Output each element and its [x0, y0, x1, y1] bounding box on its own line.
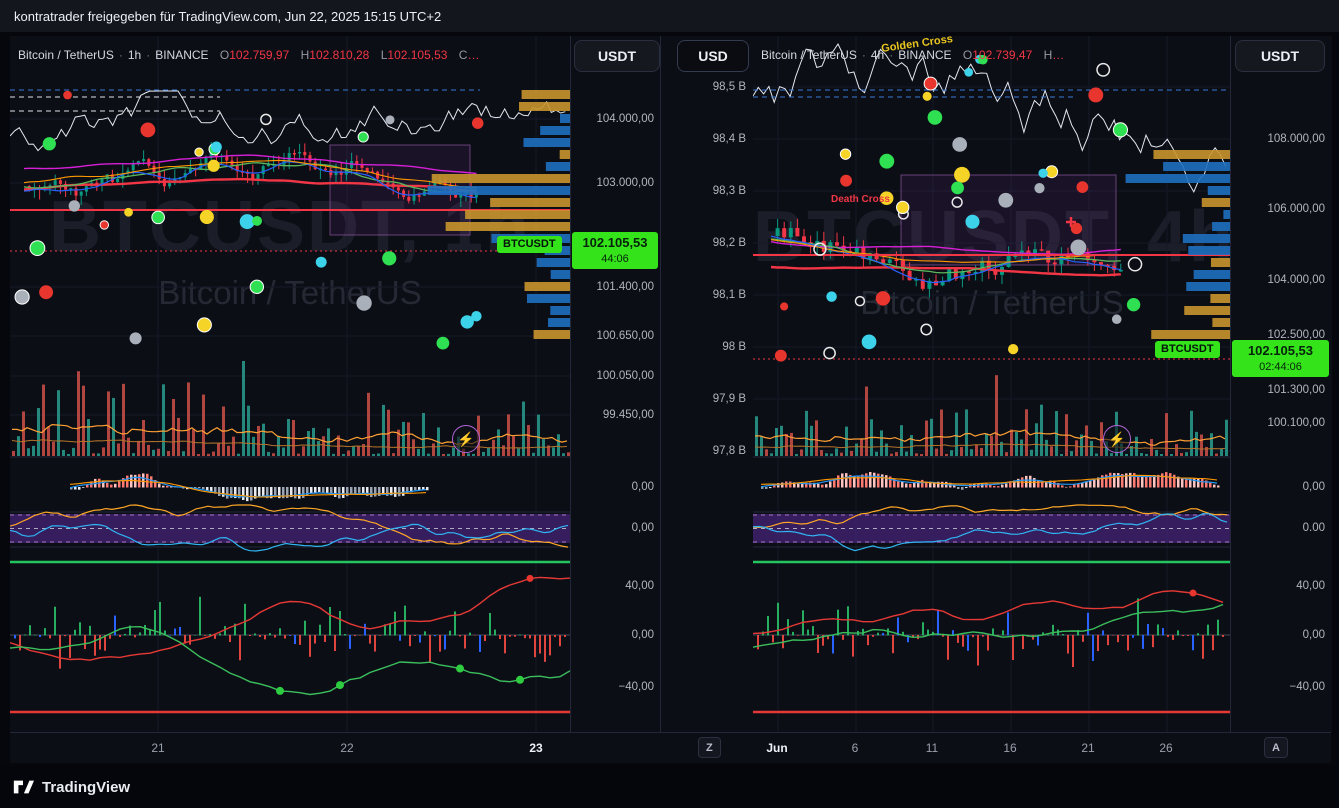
last-price: 102.105,53: [1232, 343, 1329, 360]
bar-countdown: 02:44:06: [1232, 360, 1329, 374]
indicator-label: 0,00: [1303, 629, 1325, 641]
indicator-label: 0,00: [632, 629, 654, 641]
ohlc-label: O: [955, 48, 972, 62]
legend-interval: 1h: [128, 48, 141, 62]
lightning-icon[interactable]: ⚡: [1103, 425, 1131, 453]
footer-bar: TradingView: [0, 766, 1339, 808]
legend-symbol: Bitcoin / TetherUS: [761, 48, 857, 62]
bar-countdown: 44:06: [572, 252, 658, 266]
price-label: 104.000,00: [1267, 274, 1325, 286]
ohlc-label: H: [293, 48, 310, 62]
left-price-axis[interactable]: USDT 104.000,00 103.000,00 101.400,00 10…: [570, 36, 661, 732]
ohlc-value: …: [467, 48, 479, 62]
indicator-label: 0.00: [1303, 522, 1325, 534]
price-label: 101.400,00: [596, 281, 654, 293]
usd-axis-label: 98 B: [722, 341, 746, 353]
usd-axis-label: 98,3 B: [713, 185, 746, 197]
time-label: 6: [852, 741, 859, 755]
tradingview-logo-icon[interactable]: [12, 776, 34, 798]
price-label: 106.000,00: [1267, 203, 1325, 215]
left-chart-canvas: [10, 36, 570, 732]
ohlc-label: H: [1036, 48, 1053, 62]
header-bar: kontratrader freigegeben für TradingView…: [0, 0, 1339, 32]
indicator-label: 0,00: [632, 481, 654, 493]
time-label: 22: [340, 741, 353, 755]
share-title: kontratrader freigegeben für TradingView…: [14, 9, 441, 24]
left-symbol-price-flag: BTCUSDT: [497, 236, 562, 253]
right-symbol-price-flag: BTCUSDT: [1155, 341, 1220, 358]
usd-axis-label: 97,9 B: [713, 393, 746, 405]
mid-currency-button[interactable]: USD: [677, 40, 749, 72]
price-label: 100.100,00: [1267, 417, 1325, 429]
time-label: 11: [926, 741, 938, 755]
time-label: 26: [1159, 741, 1172, 755]
right-chart-canvas: [753, 36, 1231, 732]
price-label: 100.050,00: [596, 370, 654, 382]
ohlc-value: 102.759,97: [229, 48, 289, 62]
indicator-label: −40,00: [619, 681, 655, 693]
price-label: 103.000,00: [596, 177, 654, 189]
left-chart-pane[interactable]: BTCUSDT, 1h Bitcoin / TetherUS Bitcoin /…: [10, 36, 570, 732]
time-label: Jun: [766, 741, 787, 755]
ohlc-label: C: [451, 48, 468, 62]
price-label: 108.000,00: [1267, 133, 1325, 145]
legend-exchange: BINANCE: [155, 48, 208, 62]
left-price-tag: 102.105,53 44:06: [572, 232, 658, 269]
legend-separator: ·: [857, 48, 871, 62]
legend-symbol: Bitcoin / TetherUS: [18, 48, 114, 62]
usd-axis-label: 98,2 B: [713, 237, 746, 249]
time-label: 21: [1081, 741, 1094, 755]
indicator-label: 40,00: [1296, 580, 1325, 592]
time-axis[interactable]: 21 22 23 Jun 6 11 16 21 26 Z A: [10, 732, 1331, 763]
ohlc-value: 102.810,28: [309, 48, 369, 62]
usd-axis-label: 97,8 B: [713, 445, 746, 457]
right-currency-button[interactable]: USDT: [1235, 40, 1325, 72]
usd-axis-label: 98,5 B: [713, 81, 746, 93]
right-chart-usd-axis[interactable]: USD 98,5 B 98,4 B 98,3 B 98,2 B 98,1 B 9…: [660, 36, 753, 732]
autoscale-button[interactable]: A: [1264, 737, 1288, 758]
right-price-axis[interactable]: USDT 108.000,00 106.000,00 104.000,00 10…: [1230, 36, 1332, 732]
time-label: 23: [529, 741, 542, 755]
time-label: 16: [1003, 741, 1016, 755]
ohlc-label: O: [212, 48, 229, 62]
indicator-label: 0,00: [632, 522, 654, 534]
legend-separator: ·: [114, 48, 128, 62]
ohlc-value: 102.105,53: [387, 48, 447, 62]
left-currency-button[interactable]: USDT: [574, 40, 660, 72]
usd-axis-label: 98,4 B: [713, 133, 746, 145]
price-label: 100.650,00: [596, 330, 654, 342]
right-price-tag: 102.105,53 02:44:06: [1232, 340, 1329, 377]
price-label: 104.000,00: [596, 113, 654, 125]
usd-axis-label: 98,1 B: [713, 289, 746, 301]
brand-name[interactable]: TradingView: [42, 779, 130, 796]
legend-separator: ·: [141, 48, 155, 62]
indicator-label: 0,00: [1303, 481, 1325, 493]
tradingview-screen: kontratrader freigegeben für TradingView…: [0, 0, 1339, 808]
timezone-button[interactable]: Z: [698, 737, 721, 758]
ohlc-label: L: [373, 48, 388, 62]
lightning-icon[interactable]: ⚡: [452, 425, 480, 453]
ohlc-value: 102.739,47: [972, 48, 1032, 62]
indicator-label: −40,00: [1290, 681, 1326, 693]
last-price: 102.105,53: [572, 235, 658, 252]
time-label: 21: [151, 741, 164, 755]
price-label: 101.300,00: [1267, 384, 1325, 396]
ohlc-value: …: [1052, 48, 1064, 62]
price-label: 99.450,00: [603, 409, 654, 421]
indicator-label: 40,00: [625, 580, 654, 592]
right-chart-pane[interactable]: BTCUSDT, 4h Bitcoin / TetherUS Bitcoin /…: [752, 36, 1231, 732]
death-cross-annotation: Death Cross: [831, 194, 890, 205]
left-symbol-legend[interactable]: Bitcoin / TetherUS·1h·BINANCE O102.759,9…: [18, 48, 479, 62]
